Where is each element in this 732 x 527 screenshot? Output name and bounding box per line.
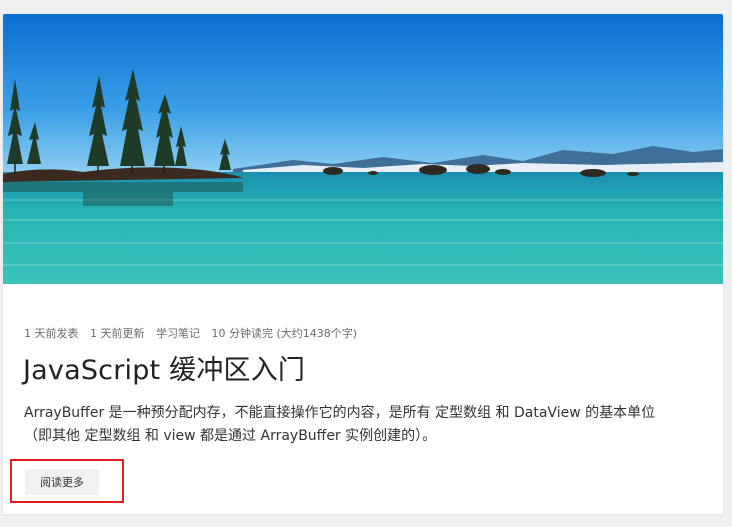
excerpt-line: ArrayBuffer 是一种预分配内存，不能直接操作它的内容，是所有 定型数组… <box>24 405 656 421</box>
read-more-button[interactable]: 阅读更多 <box>25 469 99 495</box>
excerpt-line: （即其他 定型数组 和 view 都是通过 ArrayBuffer 实例创建的）… <box>24 428 437 444</box>
publish-time: 1 天前发表 <box>24 327 79 340</box>
post-title[interactable]: JavaScript 缓冲区入门 <box>23 348 305 387</box>
post-card: 1 天前发表 1 天前更新 学习笔记 10 分钟读完 (大约1438个字) Ja… <box>3 14 723 514</box>
post-cover-image[interactable] <box>3 14 723 284</box>
page: 1 天前发表 1 天前更新 学习笔记 10 分钟读完 (大约1438个字) Ja… <box>0 0 732 527</box>
post-meta: 1 天前发表 1 天前更新 学习笔记 10 分钟读完 (大约1438个字) <box>24 325 365 341</box>
post-excerpt: ArrayBuffer 是一种预分配内存，不能直接操作它的内容，是所有 定型数组… <box>24 402 714 448</box>
reading-time: 10 分钟读完 (大约1438个字) <box>211 327 358 340</box>
category-link[interactable]: 学习笔记 <box>156 327 200 340</box>
update-time: 1 天前更新 <box>90 327 145 340</box>
